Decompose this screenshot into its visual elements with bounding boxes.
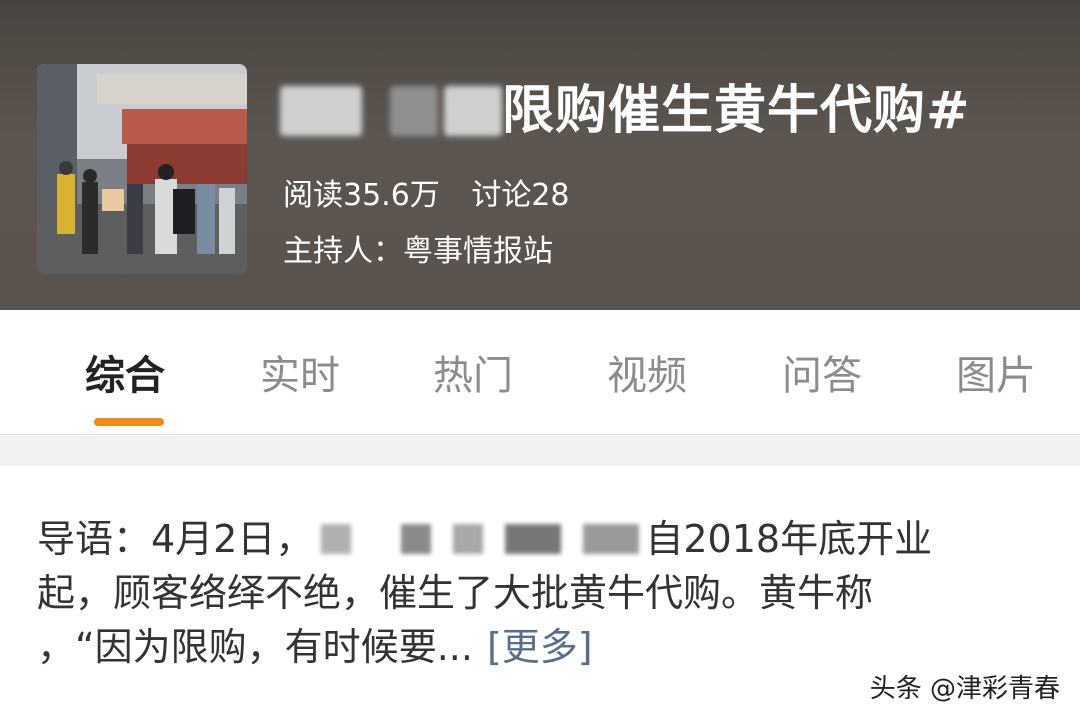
source-watermark: 头条 @津彩青春	[869, 674, 1060, 704]
tab-video[interactable]: 视频	[607, 348, 687, 404]
redacted-blur	[321, 524, 352, 554]
redacted-blur	[583, 524, 640, 554]
intro-text-end: 自2018年底开业	[645, 517, 933, 561]
redacted-blur	[280, 86, 362, 136]
store-queue-photo	[37, 64, 247, 274]
redacted-blur	[401, 524, 432, 554]
topic-host[interactable]: 主持人：粤事情报站	[283, 232, 553, 272]
more-link[interactable]: [更多]	[487, 620, 593, 674]
active-tab-indicator	[94, 418, 164, 426]
intro-line-3: ，“因为限购，有时候要... [更多]	[37, 620, 1047, 674]
tab-images[interactable]: 图片	[956, 348, 1036, 404]
topic-stats: 阅读35.6万 讨论28	[283, 176, 570, 216]
tab-hot[interactable]: 热门	[433, 348, 513, 404]
topic-thumbnail[interactable]	[37, 64, 247, 274]
tab-comprehensive[interactable]: 综合	[85, 348, 165, 404]
redacted-blur	[505, 524, 562, 554]
topic-title-text: 限购催生黄牛代购#	[502, 81, 971, 141]
topic-title: 限购催生黄牛代购#	[280, 78, 971, 144]
discuss-count: 讨论28	[471, 178, 570, 213]
intro-text-line3: ，“因为限购，有时候要...	[37, 625, 473, 669]
read-count: 阅读35.6万	[283, 178, 440, 213]
section-divider	[0, 436, 1080, 466]
intro-text-start: 导语：4月2日，	[37, 517, 314, 561]
redacted-blur	[390, 86, 438, 136]
redacted-blur	[453, 524, 484, 554]
intro-line-1: 导语：4月2日， 自2018年底开业	[37, 512, 1047, 566]
topic-header: 限购催生黄牛代购# 阅读35.6万 讨论28 主持人：粤事情报站	[0, 0, 1080, 310]
redacted-blur	[444, 86, 502, 136]
tab-bar: 综合 实时 热门 视频 问答 图片	[0, 310, 1080, 435]
intro-line-2: 起，顾客络绎不绝，催生了大批黄牛代购。黄牛称	[37, 571, 874, 615]
topic-intro: 导语：4月2日， 自2018年底开业 起，顾客络绎不绝，催生了大批黄牛代购。黄牛…	[37, 512, 1047, 674]
tab-qa[interactable]: 问答	[782, 348, 862, 404]
tab-realtime[interactable]: 实时	[260, 348, 340, 404]
